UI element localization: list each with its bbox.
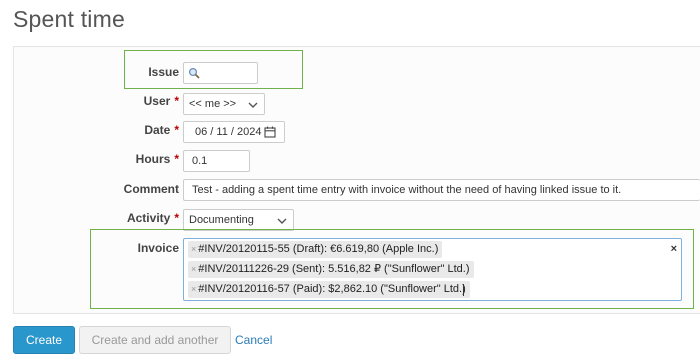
user-label: User * (143, 94, 179, 108)
remove-tag-icon[interactable]: × (191, 284, 196, 294)
text-caret (463, 284, 464, 296)
hours-label: Hours * (135, 152, 179, 166)
activity-label: Activity * (126, 211, 179, 225)
remove-tag-icon[interactable]: × (191, 264, 196, 274)
invoice-multiselect[interactable]: × #INV/20120115-55 (Draft): €6.619,80 (Ap… (183, 238, 682, 301)
issue-label: Issue (148, 65, 179, 79)
cancel-link[interactable]: Cancel (235, 333, 272, 347)
remove-tag-icon[interactable]: × (191, 244, 196, 254)
create-button[interactable]: Create (13, 326, 75, 354)
invoice-tag[interactable]: × #INV/20111226-29 (Sent): 5.516,82 ₽ ("S… (188, 261, 474, 278)
clear-all-icon[interactable]: × (671, 243, 677, 255)
user-select[interactable]: << me >> (183, 93, 265, 115)
invoice-label: Invoice (137, 241, 179, 255)
calendar-icon[interactable] (264, 126, 276, 138)
chevron-down-icon (248, 102, 258, 108)
issue-search-input[interactable] (183, 62, 258, 84)
hours-input[interactable]: 0.1 (183, 150, 250, 172)
invoice-tag[interactable]: × #INV/20120115-55 (Draft): €6.619,80 (Ap… (188, 241, 443, 258)
comment-label: Comment (123, 182, 179, 196)
activity-select[interactable]: Documenting (183, 209, 294, 231)
date-field[interactable]: 06 / 11 / 2024 (183, 121, 285, 143)
comment-input[interactable]: Test - adding a spent time entry with in… (183, 179, 700, 201)
invoice-tag[interactable]: × #INV/20120116-57 (Paid): $2,862.10 ("Su… (188, 281, 470, 298)
page-title: Spent time (13, 6, 125, 32)
chevron-down-icon (277, 218, 287, 224)
search-icon (188, 67, 200, 79)
create-and-add-another-button[interactable]: Create and add another (79, 326, 231, 354)
date-label: Date * (144, 123, 179, 137)
